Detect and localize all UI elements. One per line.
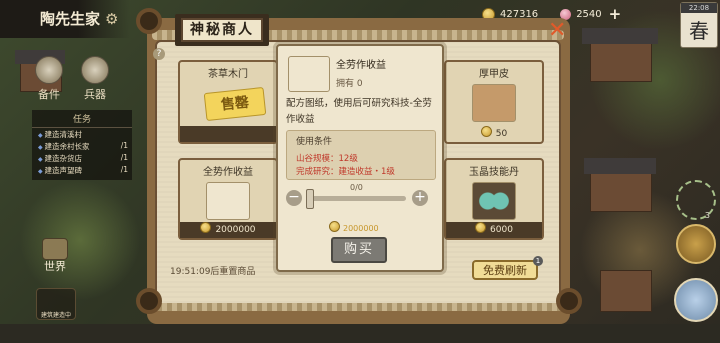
reset-timer: 19:51:09后重置商品: [170, 267, 256, 277]
coin-icon: [475, 222, 487, 233]
menu-item-label: 备件: [38, 88, 60, 101]
world-button[interactable]: 世界: [38, 258, 72, 274]
quantity-readout: 0/0: [350, 183, 363, 192]
task-item[interactable]: 建造余村长家/1: [32, 140, 132, 152]
wheel-icon: [136, 288, 162, 314]
card-name: 厚甲皮: [479, 69, 509, 80]
pearl-count: 2540: [576, 8, 602, 20]
card-price: 50: [495, 129, 508, 139]
task-title: 任务: [32, 110, 132, 128]
card-price-bar: 6000: [446, 222, 542, 238]
clock-time: 22:08: [681, 3, 717, 13]
cost-value: 2000000: [343, 224, 379, 233]
quantity-slider[interactable]: [308, 196, 406, 201]
card-name: 全势作收益: [203, 167, 253, 178]
total-cost: 2000000: [329, 221, 379, 233]
season-indicator[interactable]: 22:08 春: [680, 2, 718, 48]
leaf-progress-icon[interactable]: 3: [676, 180, 716, 220]
jade-pill-icon: [472, 182, 516, 220]
leaf-count: 3: [704, 211, 710, 220]
weapons-icon: [81, 56, 109, 84]
season-char: 春: [689, 19, 709, 43]
wheel-icon: [556, 288, 582, 314]
requirement-item: 山谷规模：12级: [296, 154, 358, 164]
character-avatar[interactable]: [674, 278, 718, 322]
world-map-icon[interactable]: [42, 238, 68, 260]
leather-armor-icon: [472, 84, 516, 122]
coin-icon: [480, 126, 492, 137]
free-refresh-button[interactable]: 免费刷新: [472, 260, 538, 280]
menu-item-parts[interactable]: 备件: [32, 56, 66, 102]
increase-quantity-button[interactable]: +: [412, 190, 428, 206]
task-item[interactable]: 建造清溪村: [32, 128, 132, 140]
item-name: 全劳作收益: [336, 60, 386, 71]
blueprint-icon: [206, 182, 250, 220]
task-panel[interactable]: 任务 建造清溪村 建造余村长家/1 建造杂货店/1 建造声望碑/1: [32, 110, 132, 180]
add-currency-button[interactable]: +: [609, 5, 622, 23]
shop-card[interactable]: 厚甲皮 50: [444, 60, 544, 144]
slider-thumb[interactable]: [306, 189, 314, 209]
settings-gear-icon[interactable]: ⚙: [105, 11, 121, 27]
requirements-title: 使用条件: [296, 137, 333, 147]
card-price-bar: [180, 126, 276, 142]
close-icon[interactable]: ✕: [548, 20, 566, 42]
owned-count: 拥有 0: [336, 79, 363, 89]
menu-item-weapons[interactable]: 兵器: [78, 56, 112, 102]
card-price: 2000000: [215, 225, 256, 235]
card-price-bar: 50: [446, 126, 542, 142]
menu-item-label: 兵器: [84, 88, 106, 101]
refresh-count-badge: 1: [533, 256, 543, 266]
decrease-quantity-button[interactable]: −: [286, 190, 302, 206]
task-item[interactable]: 建造杂货店/1: [32, 152, 132, 164]
requirement-item: 完成研究：建造收益・1级: [296, 167, 395, 177]
shop-card[interactable]: 玉晶技能丹 6000: [444, 158, 544, 240]
coin-icon: [329, 221, 340, 232]
rope-decoration: [152, 303, 564, 311]
coin-icon: [200, 222, 212, 233]
buy-button[interactable]: 购买: [331, 237, 387, 263]
building-in-progress-button[interactable]: 建筑建造中: [36, 288, 76, 320]
shop-card[interactable]: 全势作收益 2000000: [178, 158, 278, 240]
card-name: 茶草木门: [208, 69, 248, 80]
card-name: 玉晶技能丹: [469, 167, 519, 178]
task-item[interactable]: 建造声望碑/1: [32, 164, 132, 176]
help-icon[interactable]: ?: [153, 48, 165, 60]
shop-title: 神秘商人: [181, 18, 263, 42]
gold-badge-icon[interactable]: [676, 224, 716, 264]
card-price-bar: 2000000: [180, 222, 276, 238]
blueprint-icon: [288, 56, 330, 92]
item-description: 配方图纸，使用后可研究科技-全劳作收益: [286, 98, 432, 125]
card-price: 6000: [490, 225, 513, 235]
wheel-icon: [136, 8, 162, 34]
parts-icon: [35, 56, 63, 84]
